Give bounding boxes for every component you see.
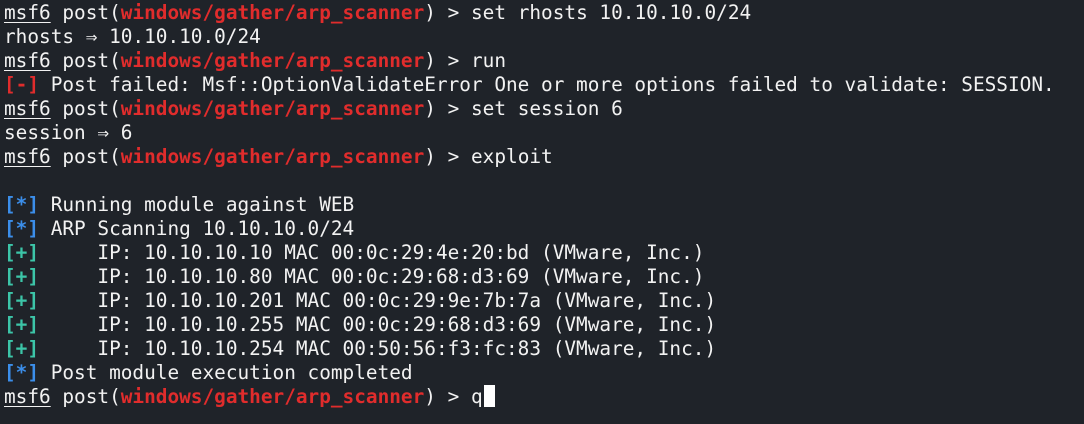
status-line: [*] ARP Scanning 10.10.10.0/24 [4,217,1084,241]
status-line: [+] IP: 10.10.10.201 MAC 00:0c:29:9e:7b:… [4,289,1084,313]
command-text: set session 6 [471,97,623,120]
status-marker: [+] [4,241,40,264]
prompt-line: msf6 post(windows/gather/arp_scanner) > … [4,145,1084,169]
status-text: IP: 10.10.10.10 MAC 00:0c:29:4e:20:bd (V… [39,241,705,264]
prompt-line: msf6 post(windows/gather/arp_scanner) > … [4,385,1084,409]
terminal-window[interactable]: msf6 post(windows/gather/arp_scanner) > … [0,0,1084,424]
prompt-line: msf6 post(windows/gather/arp_scanner) > … [4,49,1084,73]
prompt-arrow: > [435,145,471,168]
prompt-line: msf6 post(windows/gather/arp_scanner) > … [4,1,1084,25]
prompt-label: msf6 [4,145,51,168]
status-line: [*] Running module against WEB [4,193,1084,217]
status-line: [+] IP: 10.10.10.255 MAC 00:0c:29:68:d3:… [4,313,1084,337]
prompt-post-open: post( [50,49,121,72]
status-marker: [*] [4,193,40,216]
status-text: Running module against WEB [39,193,355,216]
prompt-label: msf6 [4,385,51,408]
prompt-module-name: windows/gather/arp_scanner [120,145,425,168]
prompt-module-name: windows/gather/arp_scanner [120,385,425,408]
prompt-post-open: post( [50,97,121,120]
command-text: set rhosts 10.10.10.0/24 [471,1,752,24]
status-marker: [+] [4,313,40,336]
status-marker: [+] [4,289,40,312]
output-line: rhosts ⇒ 10.10.10.0/24 [4,25,1084,49]
prompt-post-open: post( [50,145,121,168]
prompt-post-open: post( [50,1,121,24]
output-line: session ⇒ 6 [4,121,1084,145]
status-line: [*] Post module execution completed [4,361,1084,385]
output-text: rhosts ⇒ 10.10.10.0/24 [4,25,261,48]
command-text: exploit [471,145,553,168]
output-text: session ⇒ 6 [4,121,133,144]
status-text: IP: 10.10.10.201 MAC 00:0c:29:9e:7b:7a (… [39,289,717,312]
command-text: q [471,385,483,408]
prompt-module-name: windows/gather/arp_scanner [120,49,425,72]
prompt-arrow: > [435,385,471,408]
status-text: IP: 10.10.10.254 MAC 00:50:56:f3:fc:83 (… [39,337,717,360]
prompt-post-open: post( [50,385,121,408]
status-marker: [-] [4,73,40,96]
prompt-module-name: windows/gather/arp_scanner [120,97,425,120]
status-text: IP: 10.10.10.255 MAC 00:0c:29:68:d3:69 (… [39,313,717,336]
prompt-arrow: > [435,1,471,24]
status-line: [+] IP: 10.10.10.254 MAC 00:50:56:f3:fc:… [4,337,1084,361]
command-text: run [471,49,507,72]
prompt-label: msf6 [4,1,51,24]
status-line: [-] Post failed: Msf::OptionValidateErro… [4,73,1084,97]
prompt-post-close: ) [424,1,436,24]
status-line: [+] IP: 10.10.10.10 MAC 00:0c:29:4e:20:b… [4,241,1084,265]
status-line: [+] IP: 10.10.10.80 MAC 00:0c:29:68:d3:6… [4,265,1084,289]
prompt-label: msf6 [4,49,51,72]
status-marker: [*] [4,361,40,384]
prompt-post-close: ) [424,145,436,168]
status-text: IP: 10.10.10.80 MAC 00:0c:29:68:d3:69 (V… [39,265,705,288]
status-marker: [+] [4,337,40,360]
prompt-post-close: ) [424,49,436,72]
status-text: ARP Scanning 10.10.10.0/24 [39,217,355,240]
prompt-module-name: windows/gather/arp_scanner [120,1,425,24]
status-marker: [+] [4,265,40,288]
status-text: Post failed: Msf::OptionValidateError On… [39,73,1055,96]
prompt-arrow: > [435,97,471,120]
prompt-post-close: ) [424,385,436,408]
prompt-arrow: > [435,49,471,72]
status-text: Post module execution completed [39,361,413,384]
status-marker: [*] [4,217,40,240]
terminal-cursor[interactable] [483,385,495,407]
prompt-post-close: ) [424,97,436,120]
prompt-line: msf6 post(windows/gather/arp_scanner) > … [4,97,1084,121]
prompt-label: msf6 [4,97,51,120]
